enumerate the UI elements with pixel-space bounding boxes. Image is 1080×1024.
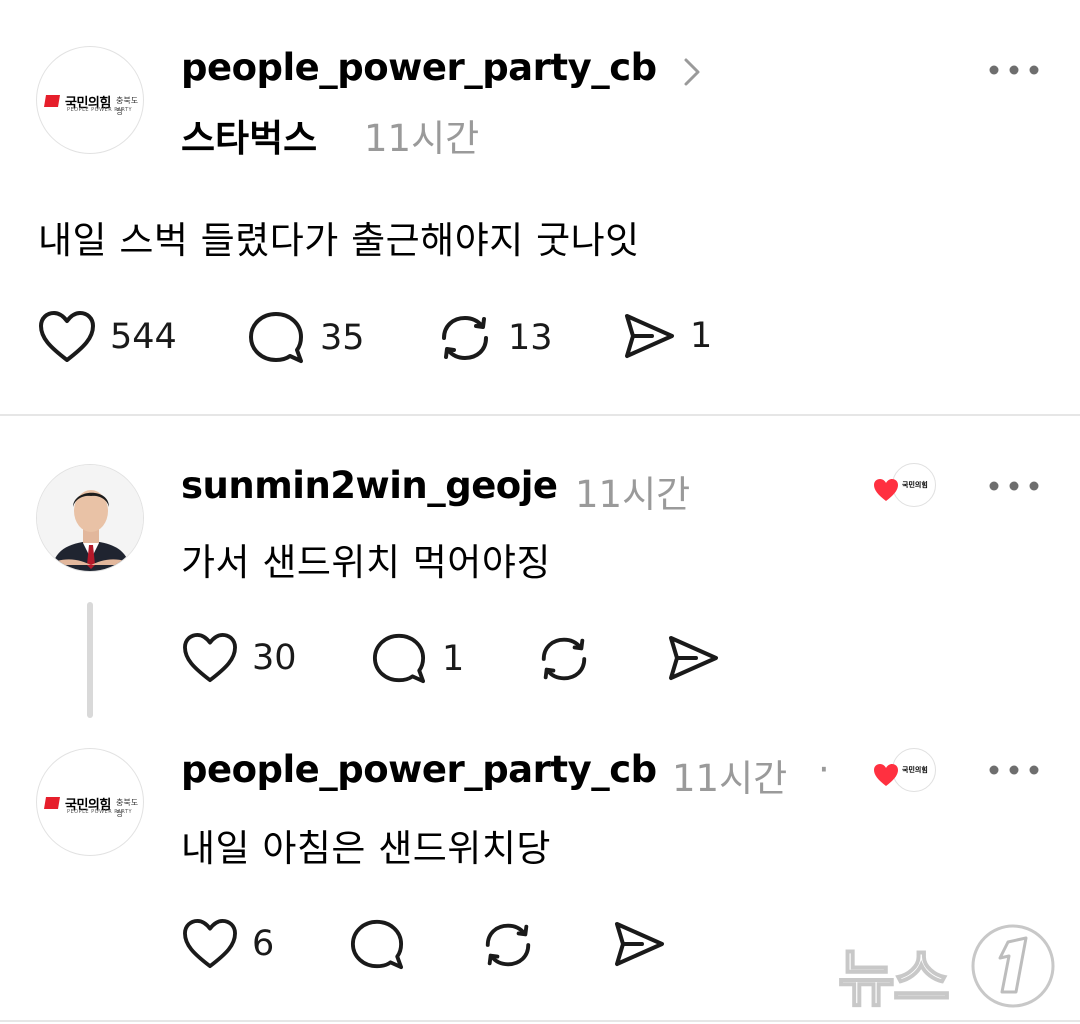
comment-button[interactable]: 35 [246,310,365,366]
share-button[interactable] [612,918,666,970]
profile-photo [37,465,143,571]
party-mark-icon [44,95,60,107]
comment-button[interactable] [348,918,406,972]
like-count: 6 [252,924,275,964]
logo-region: 충북도당 [116,798,139,818]
reply-username[interactable]: people_power_party_cb [181,748,657,791]
share-button[interactable] [666,632,720,684]
separator-dot: · [818,748,830,791]
mini-logo-name: 국민의힘 [902,481,928,489]
like-button[interactable]: 30 [182,632,297,684]
mini-logo-name: 국민의힘 [902,766,928,774]
repost-button[interactable]: 13 [436,310,553,366]
share-count: 1 [690,316,713,356]
chevron-right-icon[interactable] [683,57,701,87]
repost-icon [541,637,587,681]
reply-text: 내일 아침은 샌드위치당 [181,827,551,870]
post-username[interactable]: people_power_party_cb [181,46,657,89]
heart-icon [39,311,95,362]
share-button[interactable]: 1 [622,310,712,362]
avatar[interactable]: 국민의힘 충북도당 PEOPLE POWER PARTY [36,46,144,154]
comment-count: 1 [442,639,465,679]
news1-watermark: 뉴스 [837,918,1068,1016]
like-count: 544 [110,317,177,357]
reply-time: 11시간 [575,473,691,516]
reply-username[interactable]: sunmin2win_geoje [181,464,558,507]
comment-icon [249,312,303,363]
reply-text: 가서 샌드위치 먹어야징 [181,541,551,584]
post-text: 내일 스벅 들렸다가 출근해야지 굿나잇 [38,219,640,262]
send-icon [669,636,718,680]
heart-filled-icon [874,479,898,501]
news1-logo-icon [971,924,1055,1008]
repost-button[interactable] [480,918,536,972]
heart-icon [183,918,237,969]
comment-icon [372,633,426,684]
watermark-text: 뉴스 [837,941,951,1016]
thread-line [87,602,93,718]
party-logo: 국민의힘 충북도당 PEOPLE POWER PARTY [37,749,143,855]
heart-filled-icon [874,764,898,786]
like-button[interactable]: 544 [38,310,177,364]
avatar[interactable] [36,464,144,572]
logo-region: 충북도당 [116,96,139,116]
divider [0,414,1080,416]
repost-count: 13 [508,318,553,358]
topic-tag[interactable]: 스타벅스 [181,108,317,162]
author-liked-badge: 국민의힘 [872,748,936,792]
comment-icon [350,919,404,970]
more-options-icon[interactable] [988,762,1040,778]
more-options-icon[interactable] [988,478,1040,494]
post-time: 11시간 [364,117,480,160]
like-count: 30 [252,638,297,678]
logo-sub: PEOPLE POWER PARTY [67,107,133,113]
like-button[interactable]: 6 [182,918,274,970]
divider [0,1020,1080,1022]
logo-sub: PEOPLE POWER PARTY [67,809,133,815]
more-options-icon[interactable] [988,62,1040,78]
send-icon [615,922,664,966]
repost-button[interactable] [536,632,592,686]
send-icon [625,314,674,358]
reply-time: 11시간 [672,757,788,800]
party-logo: 국민의힘 충북도당 PEOPLE POWER PARTY [37,47,143,153]
party-mark-icon [44,797,60,809]
repost-icon [485,923,531,967]
comment-button[interactable]: 1 [370,632,464,686]
avatar[interactable]: 국민의힘 충북도당 PEOPLE POWER PARTY [36,748,144,856]
heart-icon [183,632,237,683]
author-liked-badge: 국민의힘 [872,463,936,507]
repost-icon [442,316,488,360]
comment-count: 35 [320,318,365,358]
